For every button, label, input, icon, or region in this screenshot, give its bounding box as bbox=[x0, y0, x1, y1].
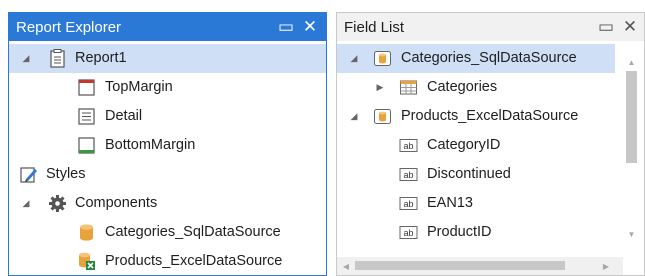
tree-item-label: TopMargin bbox=[105, 79, 173, 95]
close-icon[interactable]: ✕ bbox=[618, 13, 642, 41]
field-item-label: CategoryID bbox=[427, 137, 501, 153]
report-icon bbox=[50, 49, 65, 68]
field-item-label: EAN13 bbox=[427, 195, 473, 211]
tree-item-categories-sqldatasource[interactable]: Categories_SqlDataSource bbox=[9, 218, 326, 247]
scroll-right-arrow-icon[interactable]: ▶ bbox=[599, 257, 613, 275]
field-type-badge: ab bbox=[403, 170, 413, 180]
field-item-ean13[interactable]: ab EAN13 bbox=[337, 189, 615, 218]
maximize-icon[interactable]: ▭ bbox=[274, 13, 298, 41]
tree-item-components[interactable]: ◢ Components bbox=[9, 189, 326, 218]
maximize-icon[interactable]: ▭ bbox=[594, 13, 618, 41]
sql-datasource-icon bbox=[80, 224, 93, 241]
tree-item-label: Categories_SqlDataSource bbox=[105, 224, 281, 240]
field-item-label: ProductID bbox=[427, 224, 492, 240]
scroll-down-arrow-icon[interactable]: ▼ bbox=[623, 227, 640, 241]
field-item-label: Categories bbox=[427, 79, 498, 95]
field-item-label: Categories_SqlDataSource bbox=[401, 50, 577, 66]
tree-item-detail[interactable]: Detail bbox=[9, 102, 326, 131]
datasource-icon bbox=[374, 109, 391, 124]
close-icon[interactable]: ✕ bbox=[298, 13, 322, 41]
tree-item-label: BottomMargin bbox=[105, 137, 196, 153]
gear-icon bbox=[49, 195, 66, 212]
collapse-arrow-icon[interactable]: ◢ bbox=[19, 189, 33, 218]
field-list-titlebar: Field List ▭ ✕ bbox=[337, 13, 644, 41]
field-type-badge: ab bbox=[403, 141, 413, 151]
horizontal-scrollbar[interactable]: ◀ ▶ bbox=[337, 257, 623, 275]
top-margin-band-icon bbox=[78, 79, 95, 96]
field-list-title: Field List bbox=[344, 18, 405, 36]
string-field-icon: ab bbox=[399, 197, 418, 210]
string-field-icon: ab bbox=[399, 226, 418, 239]
tree-item-styles[interactable]: Styles bbox=[9, 160, 326, 189]
tree-item-products-exceldatasource[interactable]: Products_ExcelDataSource bbox=[9, 247, 326, 275]
field-item-categories-sqldatasource[interactable]: ◢ Categories_SqlDataSource bbox=[337, 44, 615, 73]
report-explorer-titlebar: Report Explorer ▭ ✕ bbox=[9, 13, 326, 41]
scroll-left-arrow-icon[interactable]: ◀ bbox=[339, 257, 353, 275]
report-explorer-panel: Report Explorer ▭ ✕ ◢ Report1 TopMargin bbox=[8, 12, 327, 276]
tree-item-label: Report1 bbox=[75, 50, 127, 66]
detail-band-icon bbox=[78, 108, 95, 125]
field-item-label: Products_ExcelDataSource bbox=[401, 108, 579, 124]
scroll-up-arrow-icon[interactable]: ▲ bbox=[623, 55, 640, 69]
horizontal-scroll-thumb[interactable] bbox=[355, 261, 565, 270]
styles-icon bbox=[20, 167, 37, 183]
field-item-categoryid[interactable]: ab CategoryID bbox=[337, 131, 615, 160]
tree-item-label: Detail bbox=[105, 108, 143, 124]
vertical-scroll-thumb[interactable] bbox=[626, 71, 637, 163]
datasource-icon bbox=[374, 51, 391, 66]
field-item-label: Discontinued bbox=[427, 166, 511, 182]
field-item-productid[interactable]: ab ProductID bbox=[337, 218, 615, 247]
tree-item-bottommargin[interactable]: BottomMargin bbox=[9, 131, 326, 160]
collapse-arrow-icon[interactable]: ◢ bbox=[347, 102, 361, 131]
bottom-margin-band-icon bbox=[78, 137, 95, 154]
tree-item-label: Components bbox=[75, 195, 158, 211]
tree-item-label: Products_ExcelDataSource bbox=[105, 253, 283, 269]
field-list-panel: Field List ▭ ✕ ◢ Categories_SqlDataSourc… bbox=[336, 12, 645, 276]
string-field-icon: ab bbox=[399, 168, 418, 181]
field-item-products-exceldatasource[interactable]: ◢ Products_ExcelDataSource bbox=[337, 102, 615, 131]
expand-arrow-icon[interactable]: ▶ bbox=[373, 73, 387, 102]
tree-item-report1[interactable]: ◢ Report1 bbox=[9, 44, 326, 73]
field-type-badge: ab bbox=[403, 199, 413, 209]
tree-item-label: Styles bbox=[46, 166, 86, 182]
field-item-discontinued[interactable]: ab Discontinued bbox=[337, 160, 615, 189]
excel-datasource-icon bbox=[79, 252, 95, 270]
tree-item-topmargin[interactable]: TopMargin bbox=[9, 73, 326, 102]
field-item-categories[interactable]: ▶ Categories bbox=[337, 73, 615, 102]
report-explorer-title: Report Explorer bbox=[16, 18, 122, 36]
vertical-scrollbar[interactable]: ▲ ▼ bbox=[623, 41, 640, 249]
collapse-arrow-icon[interactable]: ◢ bbox=[347, 44, 361, 73]
field-type-badge: ab bbox=[403, 228, 413, 238]
collapse-arrow-icon[interactable]: ◢ bbox=[19, 44, 33, 73]
string-field-icon: ab bbox=[399, 139, 418, 152]
table-icon bbox=[400, 80, 417, 95]
